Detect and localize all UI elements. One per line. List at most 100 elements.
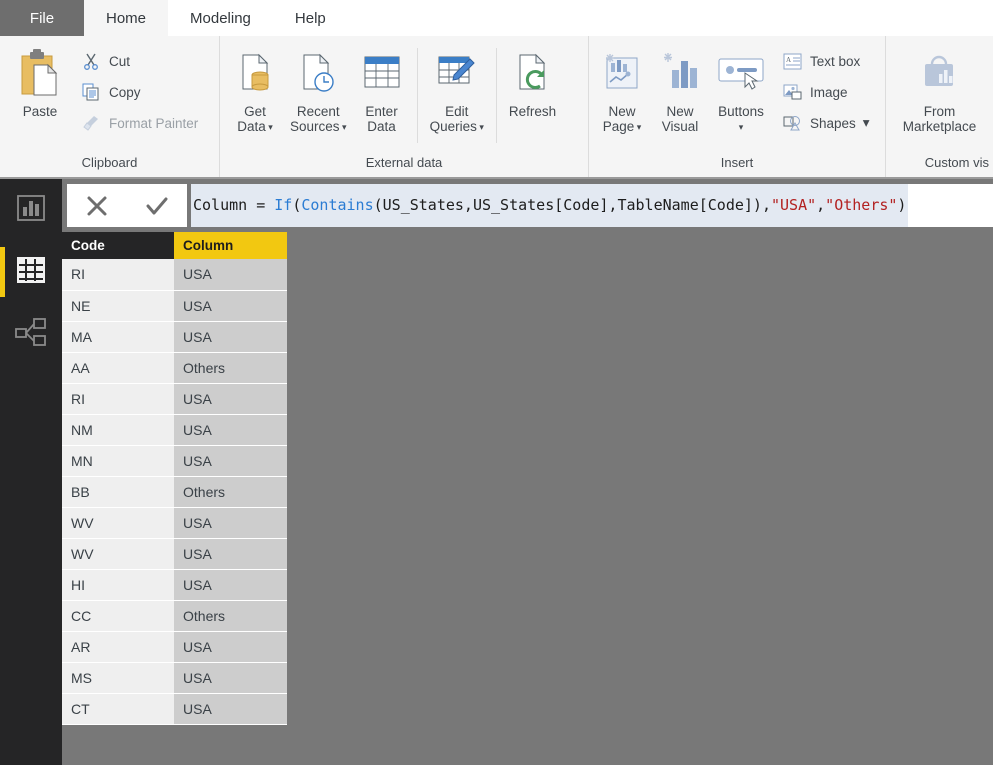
table-row[interactable]: MA USA	[62, 321, 287, 353]
cell-code[interactable]: CT	[62, 693, 174, 725]
image-button[interactable]: Image	[777, 79, 874, 105]
paste-button[interactable]: Paste	[10, 44, 70, 121]
cut-button[interactable]: Cut	[76, 48, 202, 74]
table-row[interactable]: AR USA	[62, 631, 287, 663]
cell-code[interactable]: CC	[62, 600, 174, 632]
sidebar-item-report-view[interactable]	[0, 179, 62, 241]
format-painter-button[interactable]: Format Painter	[76, 110, 202, 136]
new-page-button[interactable]: New Page ▾	[593, 44, 651, 137]
tab-modeling[interactable]: Modeling	[168, 0, 273, 36]
text-box-button[interactable]: A Text box	[777, 48, 874, 74]
get-data-label: Get Data ▾	[237, 104, 273, 134]
cell-column[interactable]: USA	[174, 538, 287, 570]
sidebar-item-data-view[interactable]	[0, 241, 62, 303]
cell-code[interactable]: BB	[62, 476, 174, 508]
table-row[interactable]: HI USA	[62, 569, 287, 601]
chevron-down-icon[interactable]: ▾	[863, 115, 870, 131]
cell-code[interactable]: WV	[62, 507, 174, 539]
cell-code[interactable]: NM	[62, 414, 174, 446]
cell-code[interactable]: MA	[62, 321, 174, 353]
table-row[interactable]: RI USA	[62, 259, 287, 291]
cut-icon	[80, 51, 102, 71]
column-header-code[interactable]: Code	[62, 232, 174, 259]
cell-code[interactable]: RI	[62, 259, 174, 291]
table-row[interactable]: WV USA	[62, 538, 287, 570]
new-visual-label: New Visual	[661, 104, 699, 134]
cut-label: Cut	[109, 53, 131, 69]
column-header-column[interactable]: Column	[174, 232, 287, 259]
table-row[interactable]: CC Others	[62, 600, 287, 632]
tab-home[interactable]: Home	[84, 0, 169, 36]
recent-sources-label: Recent Sources ▾	[290, 104, 347, 134]
new-visual-button[interactable]: New Visual	[651, 44, 709, 136]
enter-data-icon	[361, 46, 403, 102]
get-data-button[interactable]: Get Data ▾	[226, 44, 284, 137]
refresh-button[interactable]: Refresh	[503, 44, 562, 121]
marketplace-icon	[915, 46, 963, 102]
cell-column[interactable]: USA	[174, 631, 287, 663]
cell-column[interactable]: USA	[174, 445, 287, 477]
copy-button[interactable]: Copy	[76, 79, 202, 105]
ribbon-group-clipboard: Paste Cut Copy Format Painter Clipboard	[0, 36, 219, 177]
tab-help[interactable]: Help	[273, 0, 348, 36]
table-row[interactable]: BB Others	[62, 476, 287, 508]
image-icon	[781, 82, 803, 102]
text-box-label: Text box	[810, 53, 861, 69]
cell-column[interactable]: USA	[174, 383, 287, 415]
tab-file[interactable]: File	[0, 0, 84, 36]
table-row[interactable]: NE USA	[62, 290, 287, 322]
cell-column[interactable]: USA	[174, 290, 287, 322]
shapes-button[interactable]: Shapes ▾	[777, 110, 874, 136]
formula-cancel-button[interactable]	[73, 185, 121, 226]
table-row[interactable]: AA Others	[62, 352, 287, 384]
sidebar-item-model-view[interactable]	[0, 303, 62, 365]
ribbon: Paste Cut Copy Format Painter Clipboard …	[0, 36, 993, 179]
from-marketplace-label: From Marketplace	[902, 104, 977, 134]
cell-code[interactable]: AA	[62, 352, 174, 384]
cell-column[interactable]: USA	[174, 662, 287, 694]
recent-sources-icon	[298, 46, 338, 102]
new-page-label: New Page ▾	[602, 104, 642, 134]
cell-code[interactable]: MN	[62, 445, 174, 477]
from-marketplace-button[interactable]: From Marketplace	[897, 44, 983, 136]
ribbon-group-insert: New Page ▾ New Visual Buttons ▾ A Text b…	[588, 36, 885, 177]
cell-code[interactable]: RI	[62, 383, 174, 415]
cell-column[interactable]: USA	[174, 414, 287, 446]
buttons-button[interactable]: Buttons ▾	[709, 44, 773, 137]
tab-file-label: File	[29, 9, 55, 27]
cell-code[interactable]: WV	[62, 538, 174, 570]
cell-code[interactable]: HI	[62, 569, 174, 601]
ribbon-group-label-external-data: External data	[365, 155, 443, 170]
formula-input[interactable]: Column = If(Contains(US_States,US_States…	[191, 184, 993, 227]
cancel-x-icon	[87, 196, 107, 215]
cell-column[interactable]: USA	[174, 507, 287, 539]
table-row[interactable]: RI USA	[62, 383, 287, 415]
ribbon-group-external-data: Get Data ▾ Recent Sources ▾ Enter Data E…	[219, 36, 588, 177]
cell-column[interactable]: Others	[174, 352, 287, 384]
cell-column[interactable]: USA	[174, 693, 287, 725]
cell-column[interactable]: USA	[174, 569, 287, 601]
accept-check-icon	[146, 197, 168, 214]
recent-sources-button[interactable]: Recent Sources ▾	[284, 44, 353, 137]
cell-column[interactable]: USA	[174, 321, 287, 353]
cell-column[interactable]: Others	[174, 476, 287, 508]
cell-code[interactable]: AR	[62, 631, 174, 663]
cell-column[interactable]: Others	[174, 600, 287, 632]
edit-queries-button[interactable]: Edit Queries ▾	[424, 44, 490, 137]
edit-queries-label: Edit Queries ▾	[429, 104, 484, 134]
table-row[interactable]: WV USA	[62, 507, 287, 539]
table-row[interactable]: MS USA	[62, 662, 287, 694]
table-row[interactable]: NM USA	[62, 414, 287, 446]
tab-help-label: Help	[294, 9, 326, 27]
cell-code[interactable]: NE	[62, 290, 174, 322]
cell-code[interactable]: MS	[62, 662, 174, 694]
edit-queries-icon	[436, 46, 478, 102]
formula-action-buttons	[67, 184, 187, 227]
table-row[interactable]: MN USA	[62, 445, 287, 477]
new-visual-icon	[660, 46, 700, 102]
table-row[interactable]: CT USA	[62, 693, 287, 725]
enter-data-button[interactable]: Enter Data	[353, 44, 411, 136]
view-switcher-sidebar	[0, 179, 62, 765]
cell-column[interactable]: USA	[174, 259, 287, 291]
formula-accept-button[interactable]	[133, 185, 181, 226]
